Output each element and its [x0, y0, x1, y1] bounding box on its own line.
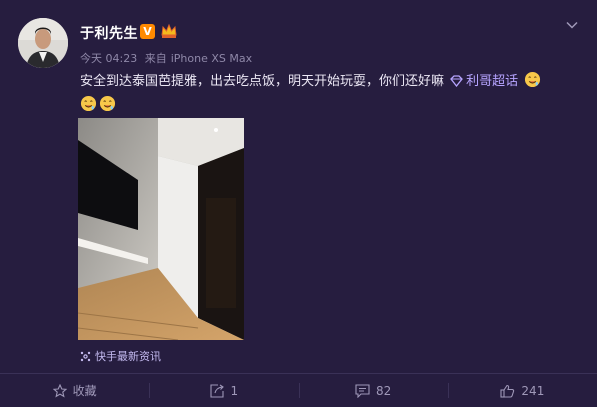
comment-button[interactable]: 82 — [298, 374, 448, 407]
star-icon — [52, 383, 67, 398]
like-button[interactable]: 241 — [447, 374, 597, 407]
topic-link[interactable]: 利哥超话 — [450, 74, 522, 89]
source-prefix: 来自 — [144, 52, 167, 65]
post-meta: 今天 04:23 来自 iPhone XS Max — [80, 50, 256, 66]
member-crown-icon — [161, 23, 177, 38]
author-name[interactable]: 于利先生 — [80, 23, 138, 43]
kuaishou-icon — [80, 351, 91, 362]
post-photo[interactable] — [78, 118, 244, 340]
post-text: 安全到达泰国芭提雅，出去吃点饭，明天开始玩耍，你们还好嘛 利哥超话 — [80, 70, 580, 118]
favorite-label: 收藏 — [72, 384, 97, 398]
comment-count: 82 — [375, 383, 392, 398]
source-attribution[interactable]: 快手最新资讯 — [80, 348, 161, 364]
repost-button[interactable]: 1 — [149, 374, 298, 407]
post-time[interactable]: 今天 04:23 — [80, 52, 137, 65]
repost-icon — [209, 383, 224, 398]
verified-v-icon: V — [140, 24, 155, 39]
like-count: 241 — [521, 383, 545, 398]
thumbs-up-icon — [500, 384, 515, 398]
favorite-button[interactable]: 收藏 — [0, 374, 149, 407]
source-label: 快手最新资讯 — [95, 350, 161, 363]
topic-label: 利哥超话 — [466, 74, 519, 89]
avatar[interactable] — [18, 18, 68, 68]
topic-diamond-icon — [450, 75, 464, 87]
post-body: 安全到达泰国芭提雅，出去吃点饭，明天开始玩耍，你们还好嘛 — [80, 74, 445, 89]
device-name[interactable]: iPhone XS Max — [171, 52, 252, 65]
chevron-down-icon[interactable] — [565, 18, 579, 32]
drooling-face-emoji — [99, 95, 116, 112]
comment-icon — [355, 383, 370, 398]
drooling-face-emoji — [525, 71, 541, 88]
repost-count: 1 — [230, 383, 239, 398]
action-bar: 收藏 1 82 241 — [0, 373, 597, 407]
drooling-face-emoji — [80, 95, 97, 112]
